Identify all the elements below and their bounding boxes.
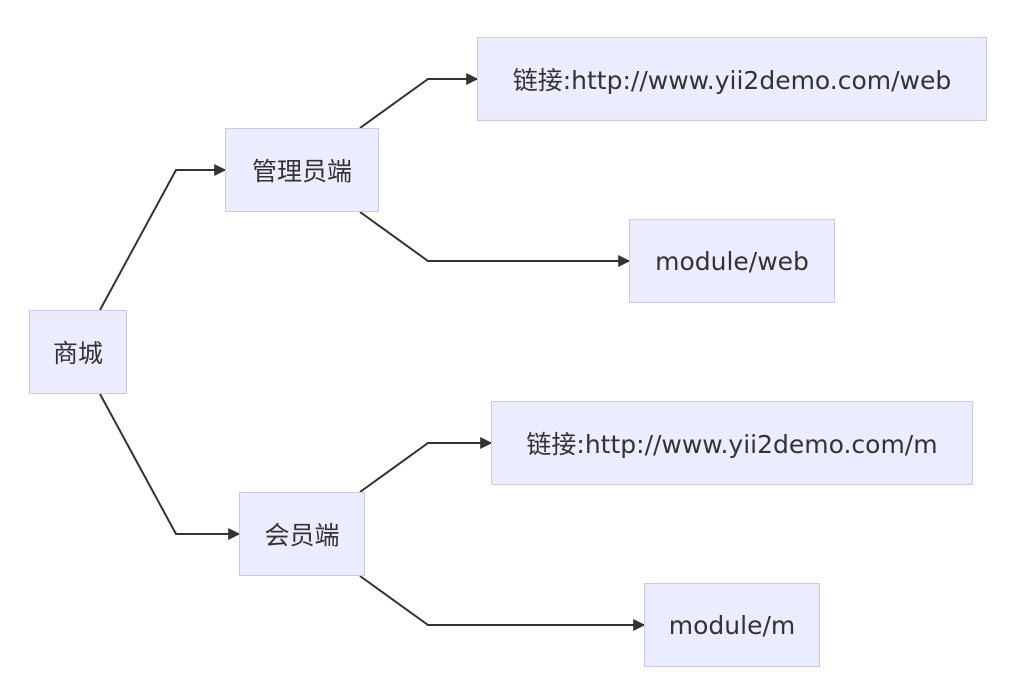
node-member-side: 会员端: [239, 492, 365, 576]
node-admin-module-label: module/web: [655, 246, 809, 276]
node-admin-module: module/web: [629, 219, 835, 303]
node-admin-link-label: 链接:http://www.yii2demo.com/web: [512, 66, 952, 95]
edge-admin-to-link: [359, 73, 479, 129]
node-member-link: 链接:http://www.yii2demo.com/m: [491, 401, 973, 485]
node-mall-label: 商城: [52, 339, 103, 368]
node-admin-side-label: 管理员端: [251, 157, 352, 186]
node-member-module: module/m: [644, 583, 820, 667]
node-member-link-label: 链接:http://www.yii2demo.com/m: [526, 430, 938, 459]
node-mall: 商城: [29, 310, 127, 394]
flowchart-canvas: 商城 管理员端 会员端 链接:http://www.yii2demo.com/w…: [0, 0, 1036, 686]
edge-root-to-member: [99, 393, 241, 540]
edge-member-to-module: [359, 575, 646, 631]
node-member-module-label: module/m: [668, 610, 796, 640]
node-admin-link: 链接:http://www.yii2demo.com/web: [477, 37, 987, 121]
node-member-side-label: 会员端: [264, 521, 340, 550]
node-admin-side: 管理员端: [225, 128, 379, 212]
edge-admin-to-module: [359, 211, 631, 267]
edge-root-to-admin: [99, 164, 227, 311]
edge-member-to-link: [359, 437, 493, 493]
